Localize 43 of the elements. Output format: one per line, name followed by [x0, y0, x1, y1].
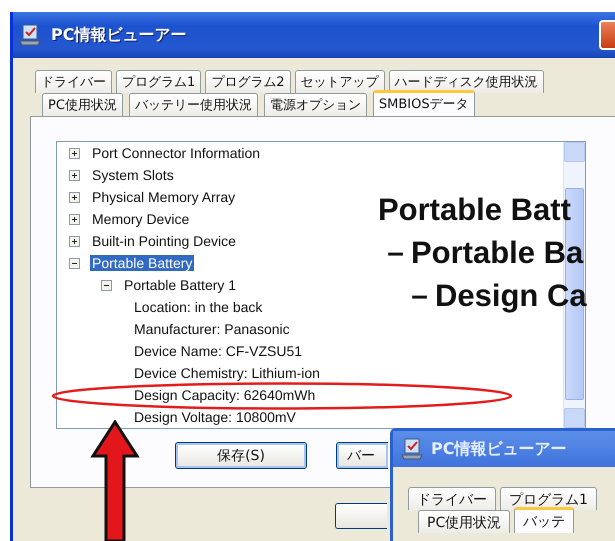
tree-item[interactable]: System Slots — [90, 167, 176, 183]
expand-icon[interactable] — [69, 148, 80, 158]
tree-item[interactable]: Manufacturer: Panasonic — [132, 321, 292, 337]
collapse-icon[interactable] — [101, 280, 112, 290]
tree-item[interactable]: Device Name: CF-VZSU51 — [132, 343, 304, 359]
tab[interactable]: ドライバー — [35, 70, 112, 93]
window-title: PC情報ビューアー — [51, 24, 186, 46]
tab[interactable]: バッテ — [514, 507, 574, 533]
window-title: PC情報ビューアー — [431, 438, 566, 460]
computer-icon — [19, 23, 41, 47]
expand-icon[interactable] — [69, 192, 80, 202]
tab[interactable]: PC使用状況 — [42, 93, 123, 116]
tab[interactable]: ドライバー — [408, 487, 496, 510]
tab[interactable]: バッテリー使用状況 — [128, 93, 258, 116]
tab[interactable]: セットアップ — [294, 70, 385, 93]
tree-item[interactable]: Design Voltage: 10800mV — [132, 409, 298, 425]
tab[interactable]: PC使用状況 — [418, 510, 510, 533]
tab[interactable]: ハードディスク使用状況 — [388, 70, 544, 93]
button[interactable]: バー — [336, 442, 388, 469]
tab[interactable]: SMBIOSデータ — [372, 90, 475, 116]
annotation-text: －Portable Ba — [380, 234, 584, 272]
expand-icon[interactable] — [69, 170, 80, 180]
button[interactable] — [335, 503, 387, 529]
tree-item[interactable]: Location: in the back — [132, 299, 264, 315]
tree-item[interactable]: Memory Device — [90, 211, 192, 227]
expand-icon[interactable] — [69, 214, 80, 224]
tree-item[interactable]: Portable Battery — [90, 255, 194, 271]
tab[interactable]: プログラム1 — [500, 487, 597, 510]
tab[interactable]: プログラム1 — [116, 70, 202, 93]
tree-item[interactable]: Device Chemistry: Lithium-ion — [132, 365, 322, 381]
collapse-icon[interactable] — [69, 258, 80, 268]
tab[interactable]: 電源オプション — [264, 93, 367, 116]
tree-item[interactable]: Built-in Pointing Device — [90, 233, 238, 249]
annotation-text: Portable Batt — [378, 191, 572, 229]
tree-item[interactable]: Physical Memory Array — [90, 189, 238, 205]
button[interactable]: 保存(S) — [175, 442, 307, 469]
tree-item[interactable]: Portable Battery 1 — [122, 277, 238, 293]
expand-icon[interactable] — [69, 236, 80, 246]
annotation-text: －Design Ca — [404, 277, 587, 315]
tree-item[interactable]: Design Capacity: 62640mWh — [132, 387, 318, 403]
computer-icon — [401, 437, 423, 461]
tab[interactable]: プログラム2 — [205, 70, 291, 93]
tree-item[interactable]: Port Connector Information — [90, 145, 262, 161]
